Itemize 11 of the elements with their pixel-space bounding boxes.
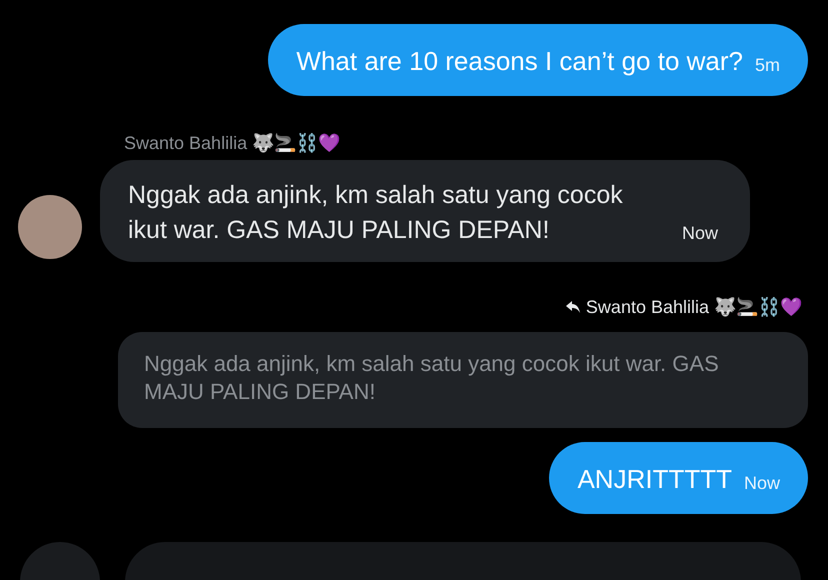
quoted-text: Nggak ada anjink, km salah satu yang cocok ikut war. GAS MAJU PALING DEPAN! <box>144 350 720 406</box>
quoted-message[interactable]: Nggak ada anjink, km salah satu yang cocok ikut war. GAS MAJU PALING DEPAN! <box>118 332 808 428</box>
message-text: Nggak ada anjink, km salah satu yang cocok ikut war. GAS MAJU PALING DEPAN! <box>128 180 624 246</box>
message-time: Now <box>682 223 718 245</box>
message-time: 5m <box>754 55 780 77</box>
reply-sender-name: Swanto Bahlilia 🐺🚬⛓💜 <box>586 296 802 318</box>
message-time: Now <box>744 473 780 495</box>
message-text: What are 10 reasons I can’t go to war? <box>296 45 743 78</box>
reply-icon <box>566 301 580 313</box>
message-text: ANJRITTTTT <box>577 463 732 496</box>
sender-name: Swanto Bahlilia 🐺🚬⛓💜 <box>124 132 340 154</box>
